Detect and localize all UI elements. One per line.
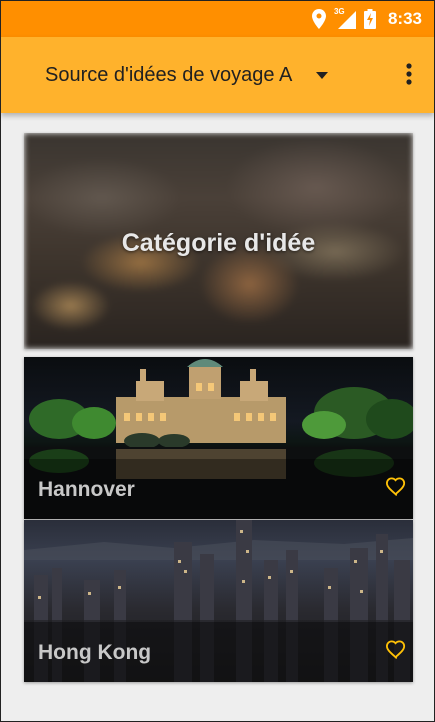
app-screen: 3G 8:33 Source d'idées de voyage A Catég… bbox=[0, 0, 435, 722]
heart-outline-icon[interactable] bbox=[385, 476, 407, 501]
city-card-hong-kong[interactable]: Hong Kong bbox=[24, 520, 413, 682]
category-label: Catégorie d'idée bbox=[121, 229, 316, 257]
city-card-hannover[interactable]: Hannover bbox=[24, 357, 413, 519]
dropdown-arrow-icon[interactable] bbox=[316, 71, 329, 79]
city-name: Hannover bbox=[38, 478, 135, 501]
location-pin-icon bbox=[311, 9, 326, 29]
category-card[interactable]: Catégorie d'idée bbox=[24, 133, 413, 349]
app-bar: Source d'idées de voyage A bbox=[1, 37, 434, 113]
clock-time: 8:33 bbox=[387, 9, 422, 28]
heart-outline-icon[interactable] bbox=[385, 639, 407, 664]
cell-signal-icon: 3G bbox=[334, 7, 356, 29]
idea-list: Catégorie d'idée Hannover Hong Kong bbox=[24, 133, 413, 682]
city-name: Hong Kong bbox=[38, 641, 152, 664]
battery-charging-icon bbox=[363, 9, 376, 29]
source-selector-title[interactable]: Source d'idées de voyage A bbox=[45, 64, 292, 87]
status-bar: 3G 8:33 bbox=[1, 1, 434, 37]
more-vert-icon[interactable] bbox=[406, 63, 412, 90]
